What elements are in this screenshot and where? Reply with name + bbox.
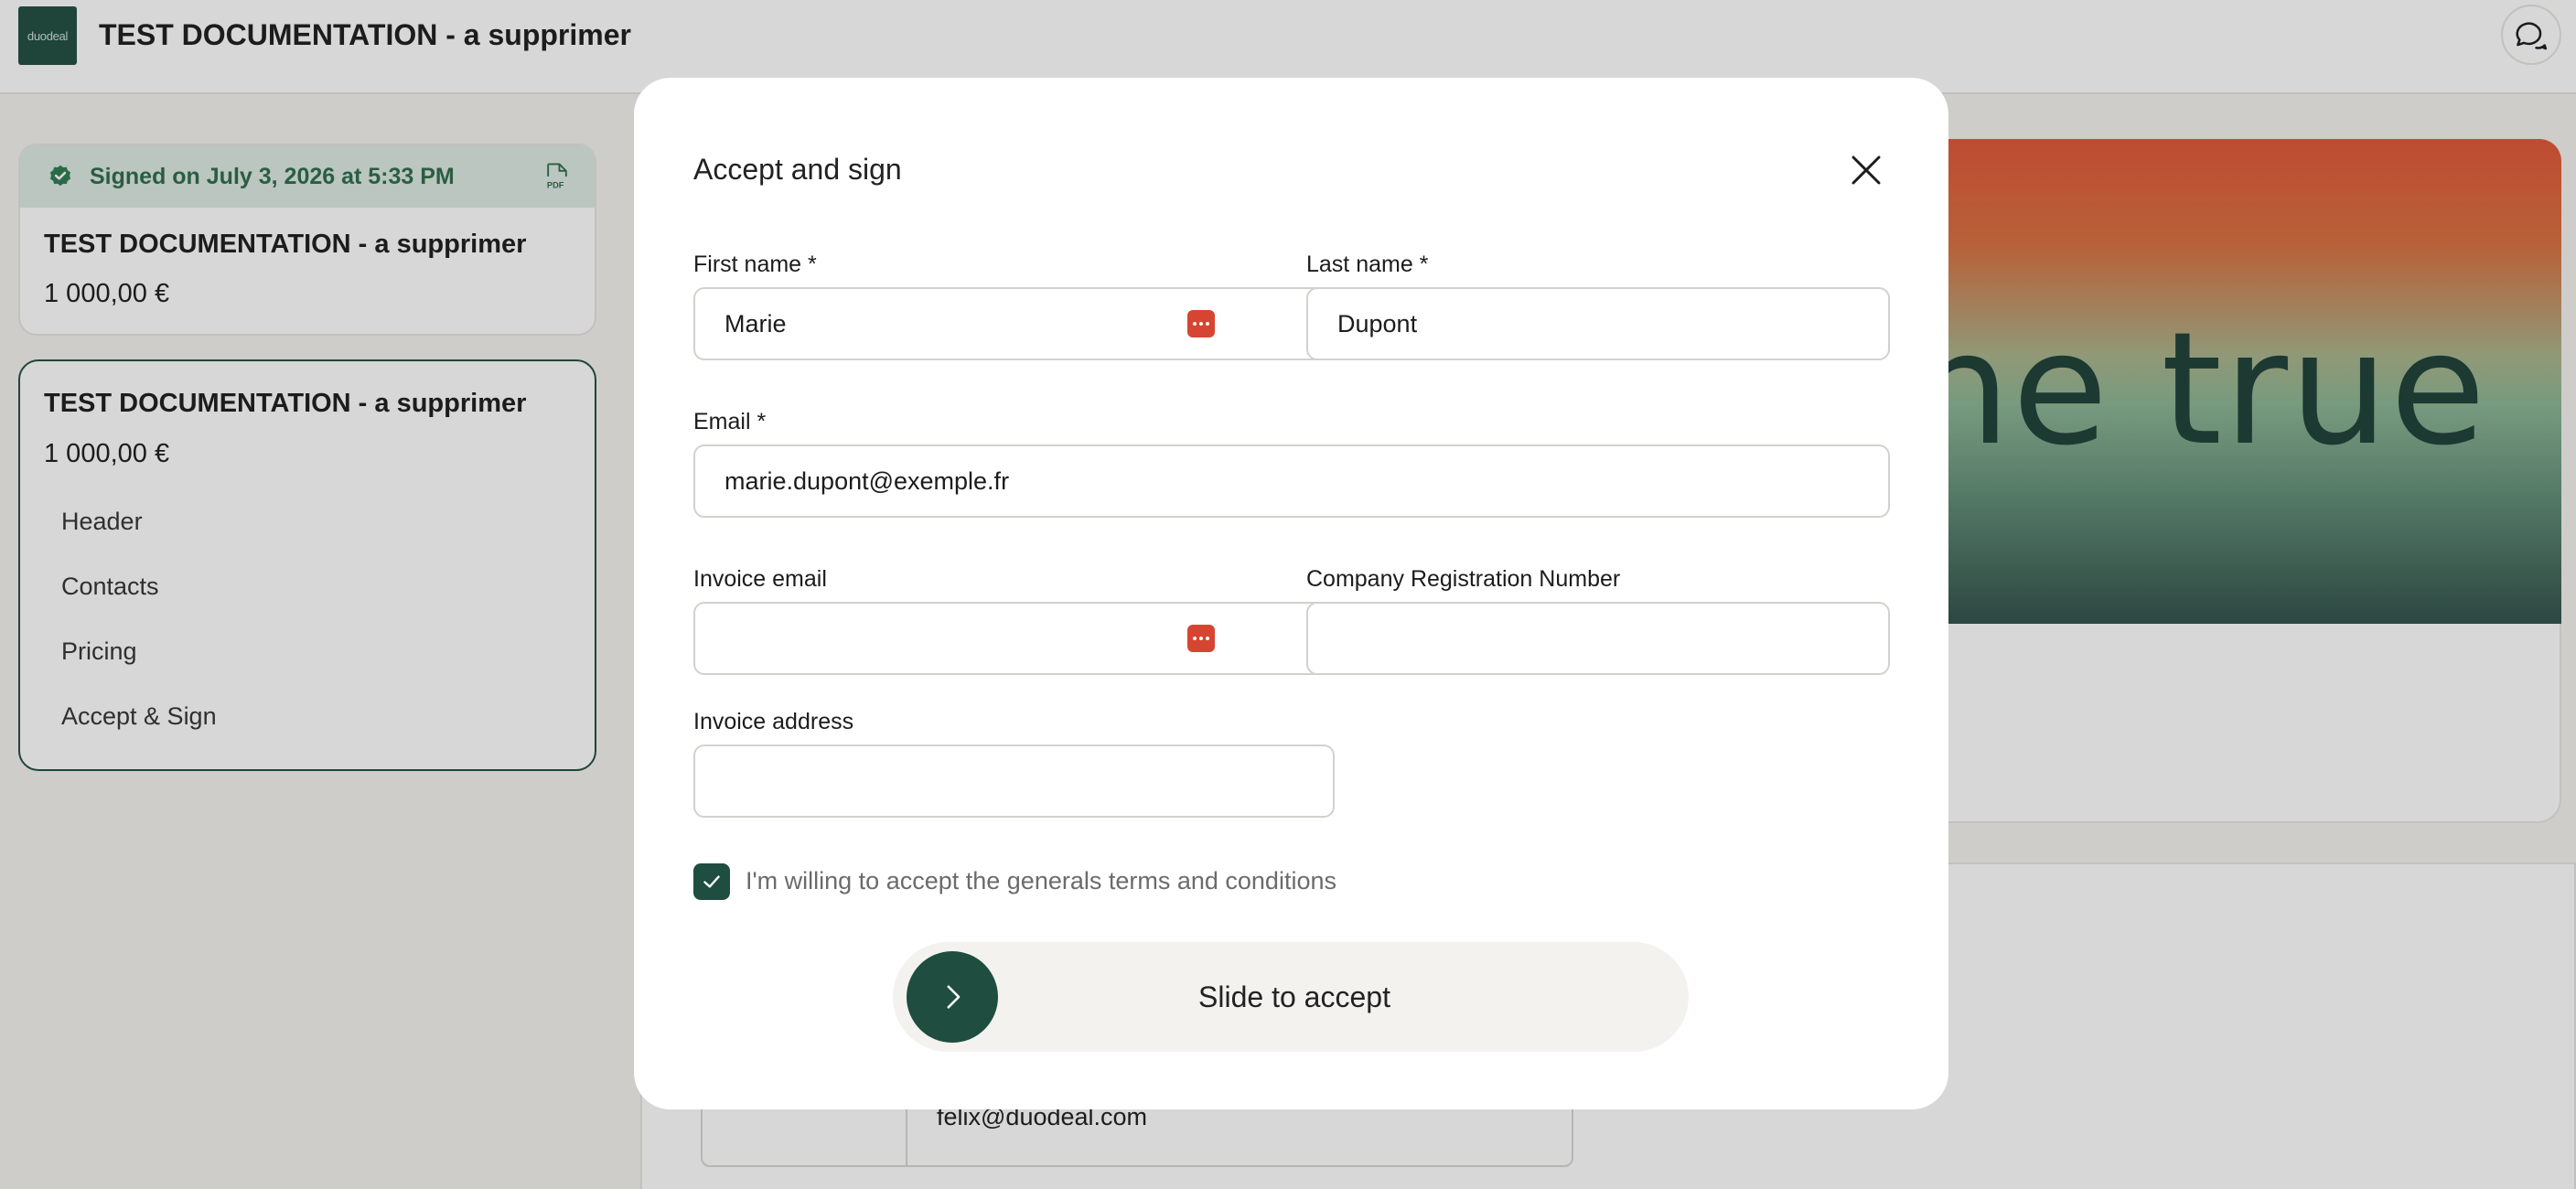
invoice-address-input[interactable] xyxy=(693,744,1335,818)
password-manager-icon[interactable] xyxy=(1187,310,1215,337)
checkmark-icon xyxy=(703,875,720,888)
accept-sign-modal: Accept and sign First name * Last name *… xyxy=(634,78,1948,1109)
password-manager-icon[interactable] xyxy=(1187,625,1215,652)
close-button[interactable] xyxy=(1847,151,1885,189)
last-name-label: Last name * xyxy=(1306,252,1429,277)
company-registration-input[interactable] xyxy=(1306,602,1890,675)
invoice-email-input[interactable] xyxy=(693,602,1335,675)
modal-title: Accept and sign xyxy=(693,153,902,186)
slide-to-accept[interactable]: Slide to accept xyxy=(893,942,1689,1052)
close-icon xyxy=(1852,155,1881,185)
email-label: Email * xyxy=(693,409,767,434)
company-registration-label: Company Registration Number xyxy=(1306,566,1621,592)
slide-to-accept-label: Slide to accept xyxy=(1198,980,1390,1013)
invoice-email-label: Invoice email xyxy=(693,566,827,592)
terms-checkbox[interactable] xyxy=(693,863,730,900)
last-name-input[interactable] xyxy=(1306,287,1890,360)
first-name-label: First name * xyxy=(693,252,817,277)
app-root: duodeal TEST DOCUMENTATION - a supprimer… xyxy=(0,0,2576,1189)
first-name-input[interactable] xyxy=(693,287,1335,360)
chevron-right-icon xyxy=(947,985,961,1009)
terms-label[interactable]: I'm willing to accept the generals terms… xyxy=(746,867,1336,895)
invoice-address-label: Invoice address xyxy=(693,709,854,734)
email-input[interactable] xyxy=(693,445,1890,518)
slider-handle[interactable] xyxy=(907,951,998,1043)
